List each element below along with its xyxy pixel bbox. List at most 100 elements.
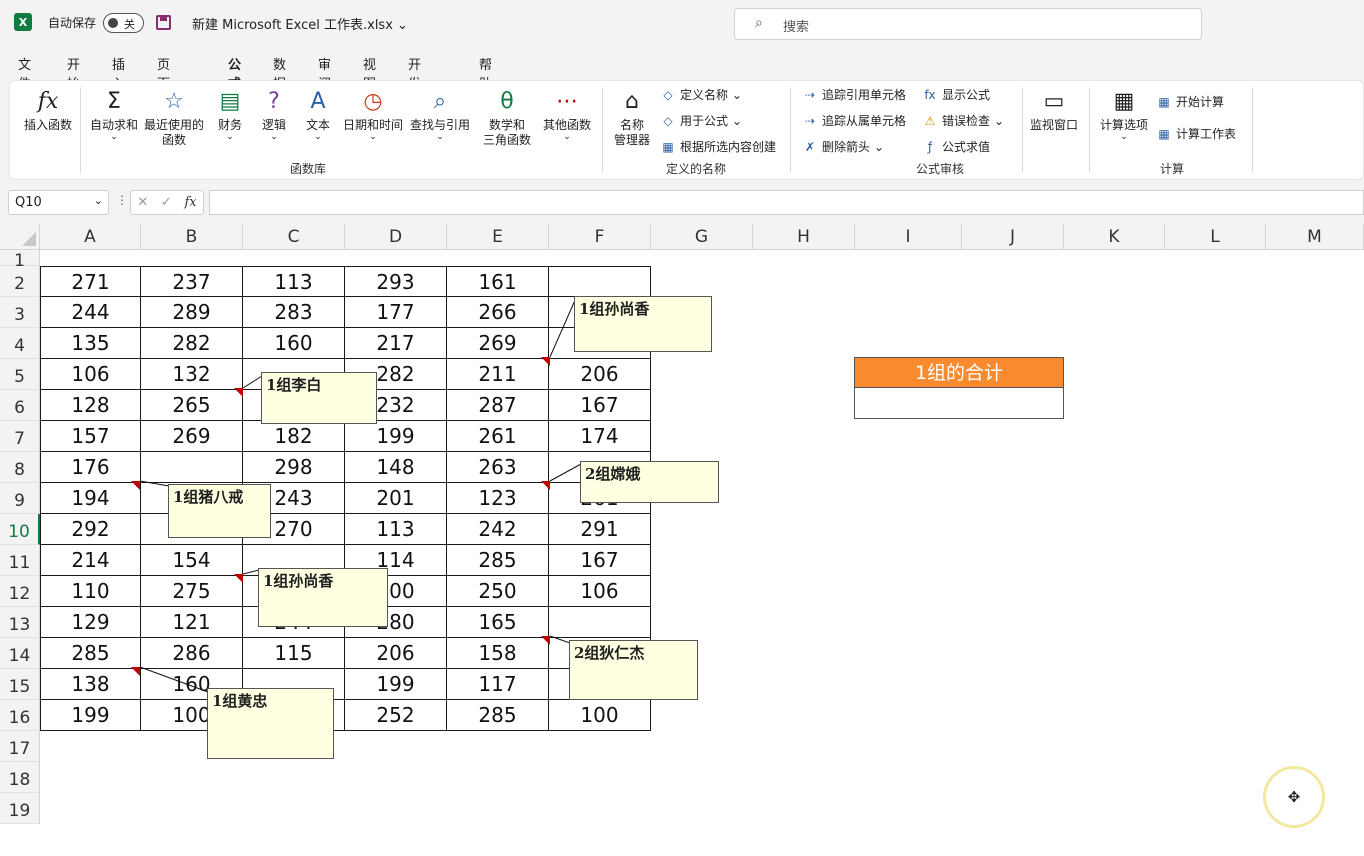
column-header-a[interactable]: A	[40, 224, 141, 250]
cell-c4[interactable]: 160	[243, 328, 345, 359]
row-header-14[interactable]: 14	[0, 638, 40, 669]
cell-e9[interactable]: 123	[447, 483, 549, 514]
cell-a13[interactable]: 129	[40, 607, 141, 638]
row-header-2[interactable]: 2	[0, 266, 40, 297]
cell-a16[interactable]: 199	[40, 700, 141, 731]
cell-e4[interactable]: 269	[447, 328, 549, 359]
enter-icon[interactable]: ✓	[161, 195, 172, 210]
cell-c14[interactable]: 115	[243, 638, 345, 669]
cell-c2[interactable]: 113	[243, 266, 345, 297]
row-header-8[interactable]: 8	[0, 452, 40, 483]
row-header-16[interactable]: 16	[0, 700, 40, 731]
cell-f11[interactable]: 167	[549, 545, 651, 576]
calc-sheet-button[interactable]: ▦ 计算工作表	[1156, 125, 1236, 142]
cell-comment[interactable]: 1组李白	[261, 372, 377, 424]
name-manager-button[interactable]: ⌂ 名称 管理器	[610, 87, 654, 148]
cell-a8[interactable]: 176	[40, 452, 141, 483]
cell-e5[interactable]: 211	[447, 359, 549, 390]
cell-a6[interactable]: 128	[40, 390, 141, 421]
watch-window-button[interactable]: ▭ 监视窗口	[1028, 87, 1080, 133]
logic-button[interactable]: ? 逻辑 ⌄	[256, 87, 292, 142]
column-header-i[interactable]: I	[855, 224, 962, 250]
finance-button[interactable]: ▤ 财务 ⌄	[212, 87, 248, 142]
cell-a2[interactable]: 271	[40, 266, 141, 297]
datetime-button[interactable]: ◷ 日期和时间 ⌄	[342, 87, 404, 142]
cell-f5[interactable]: 206	[549, 359, 651, 390]
document-title[interactable]: 新建 Microsoft Excel 工作表.xlsx ⌄	[192, 14, 408, 33]
define-name-button[interactable]: ◇ 定义名称 ⌄	[660, 86, 742, 103]
cell-b8[interactable]	[141, 452, 243, 483]
column-header-c[interactable]: C	[243, 224, 345, 250]
row-header-19[interactable]: 19	[0, 793, 40, 824]
trace-precedents-button[interactable]: ⇢ 追踪引用单元格	[802, 86, 906, 103]
cell-c7[interactable]: 182	[243, 421, 345, 452]
cell-e10[interactable]: 242	[447, 514, 549, 545]
row-header-10[interactable]: 10	[0, 514, 40, 545]
cell-a15[interactable]: 138	[40, 669, 141, 700]
column-header-f[interactable]: F	[549, 224, 651, 250]
row-header-4[interactable]: 4	[0, 328, 40, 359]
evaluate-formula-button[interactable]: ƒ 公式求值	[922, 138, 990, 155]
formula-input[interactable]	[209, 190, 1364, 215]
row-header-12[interactable]: 12	[0, 576, 40, 607]
cell-comment[interactable]: 2组嫦娥	[580, 461, 719, 503]
cell-e3[interactable]: 266	[447, 297, 549, 328]
cell-e13[interactable]: 165	[447, 607, 549, 638]
cell-comment[interactable]: 2组狄仁杰	[569, 640, 698, 700]
more-functions-button[interactable]: ⋯ 其他函数 ⌄	[540, 87, 594, 142]
column-header-m[interactable]: M	[1266, 224, 1364, 250]
cell-f10[interactable]: 291	[549, 514, 651, 545]
column-header-k[interactable]: K	[1064, 224, 1165, 250]
row-header-15[interactable]: 15	[0, 669, 40, 700]
cell-b13[interactable]: 121	[141, 607, 243, 638]
worksheet[interactable]: A B C D E F G H I J K L M 1 2 3 4 5 6 7 8 9 10 11 12 13 14 15 16 17 18…	[0, 224, 1364, 856]
cell-e7[interactable]: 261	[447, 421, 549, 452]
cell-f13[interactable]	[549, 607, 651, 638]
column-header-b[interactable]: B	[141, 224, 243, 250]
cell-f12[interactable]: 106	[549, 576, 651, 607]
lookup-button[interactable]: ⌕ 查找与引用 ⌄	[408, 87, 472, 142]
column-header-e[interactable]: E	[447, 224, 549, 250]
cell-b7[interactable]: 269	[141, 421, 243, 452]
row-header-18[interactable]: 18	[0, 762, 40, 793]
math-trig-button[interactable]: θ 数学和 三角函数	[476, 87, 538, 148]
autosave-toggle[interactable]: 关	[103, 13, 144, 33]
save-icon[interactable]	[156, 15, 171, 30]
cell-e6[interactable]: 287	[447, 390, 549, 421]
insert-function-icon[interactable]: fx	[184, 195, 196, 210]
cell-a4[interactable]: 135	[40, 328, 141, 359]
cell-d16[interactable]: 252	[345, 700, 447, 731]
cell-b2[interactable]: 237	[141, 266, 243, 297]
cell-d9[interactable]: 201	[345, 483, 447, 514]
cell-d3[interactable]: 177	[345, 297, 447, 328]
cell-d10[interactable]: 113	[345, 514, 447, 545]
cell-f7[interactable]: 174	[549, 421, 651, 452]
cell-e11[interactable]: 285	[447, 545, 549, 576]
row-header-13[interactable]: 13	[0, 607, 40, 638]
cell-f2[interactable]	[549, 266, 651, 297]
cell-e16[interactable]: 285	[447, 700, 549, 731]
cell-a11[interactable]: 214	[40, 545, 141, 576]
cell-d8[interactable]: 148	[345, 452, 447, 483]
row-header-17[interactable]: 17	[0, 731, 40, 762]
row-header-5[interactable]: 5	[0, 359, 40, 390]
cell-e15[interactable]: 117	[447, 669, 549, 700]
calc-options-button[interactable]: ▦ 计算选项 ⌄	[1096, 87, 1152, 142]
summary-header[interactable]: 1组的合计	[854, 357, 1064, 388]
error-check-button[interactable]: ⚠ 错误检查 ⌄	[922, 112, 1004, 129]
more-dots-icon[interactable]: ⋮	[116, 193, 128, 207]
cell-f16[interactable]: 100	[549, 700, 651, 731]
cell-b5[interactable]: 132	[141, 359, 243, 390]
column-header-g[interactable]: G	[651, 224, 753, 250]
cell-b14[interactable]: 286	[141, 638, 243, 669]
cell-d4[interactable]: 217	[345, 328, 447, 359]
insert-function-button[interactable]: fx 插入函数	[22, 87, 74, 133]
cancel-icon[interactable]: ✕	[137, 195, 148, 210]
cell-a5[interactable]: 106	[40, 359, 141, 390]
cell-a7[interactable]: 157	[40, 421, 141, 452]
text-functions-button[interactable]: A 文本 ⌄	[300, 87, 336, 142]
row-header-9[interactable]: 9	[0, 483, 40, 514]
cell-a9[interactable]: 194	[40, 483, 141, 514]
trace-dependents-button[interactable]: ⇢ 追踪从属单元格	[802, 112, 906, 129]
cell-b12[interactable]: 275	[141, 576, 243, 607]
